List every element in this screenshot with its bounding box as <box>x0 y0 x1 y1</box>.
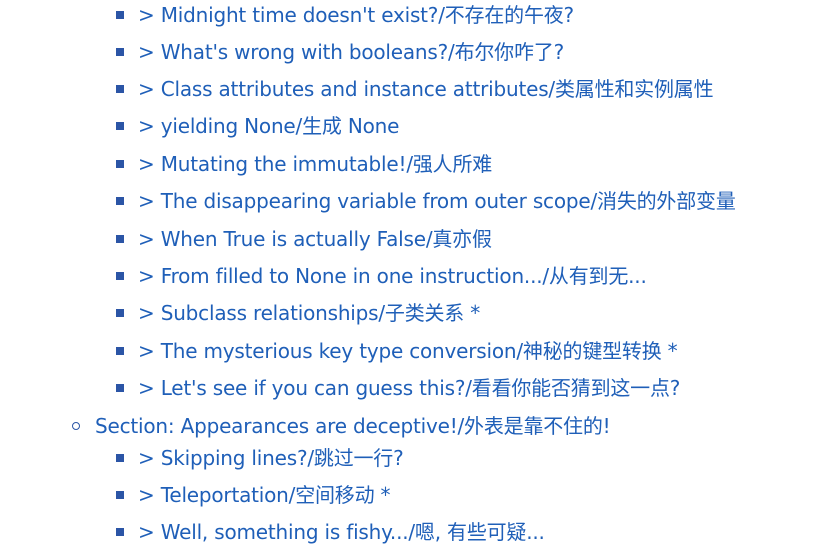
toc-link-something-fishy[interactable]: > Well, something is fishy.../嗯, 有些可疑... <box>138 517 545 547</box>
toc-link-teleportation[interactable]: > Teleportation/空间移动 * <box>138 480 391 510</box>
toc-link-key-type-conversion[interactable]: > The mysterious key type conversion/神秘的… <box>138 336 678 366</box>
circle-bullet-icon <box>72 422 80 430</box>
square-bullet-icon <box>116 235 124 243</box>
toc-link-midnight-time[interactable]: > Midnight time doesn't exist?/不存在的午夜? <box>138 0 574 30</box>
toc-link-filled-to-none[interactable]: > From filled to None in one instruction… <box>138 261 647 291</box>
toc-link-disappearing-variable[interactable]: > The disappearing variable from outer s… <box>138 186 736 216</box>
toc-link-class-attributes[interactable]: > Class attributes and instance attribut… <box>138 74 714 104</box>
toc-link-skipping-lines[interactable]: > Skipping lines?/跳过一行? <box>138 443 404 473</box>
square-bullet-icon <box>116 48 124 56</box>
toc-link-guess-this[interactable]: > Let's see if you can guess this?/看看你能否… <box>138 373 680 403</box>
toc-link-section-appearances[interactable]: Section: Appearances are deceptive!/外表是靠… <box>95 411 611 441</box>
square-bullet-icon <box>116 309 124 317</box>
square-bullet-icon <box>116 197 124 205</box>
square-bullet-icon <box>116 122 124 130</box>
square-bullet-icon <box>116 11 124 19</box>
square-bullet-icon <box>116 160 124 168</box>
square-bullet-icon <box>116 528 124 536</box>
toc-link-yielding-none[interactable]: > yielding None/生成 None <box>138 111 399 141</box>
toc-link-mutating-immutable[interactable]: > Mutating the immutable!/强人所难 <box>138 149 492 179</box>
square-bullet-icon <box>116 454 124 462</box>
toc-link-subclass-relationships[interactable]: > Subclass relationships/子类关系 * <box>138 298 480 328</box>
square-bullet-icon <box>116 272 124 280</box>
square-bullet-icon <box>116 347 124 355</box>
toc-link-booleans[interactable]: > What's wrong with booleans?/布尔你咋了? <box>138 37 564 67</box>
toc-link-true-is-false[interactable]: > When True is actually False/真亦假 <box>138 224 492 254</box>
square-bullet-icon <box>116 491 124 499</box>
square-bullet-icon <box>116 85 124 93</box>
square-bullet-icon <box>116 384 124 392</box>
